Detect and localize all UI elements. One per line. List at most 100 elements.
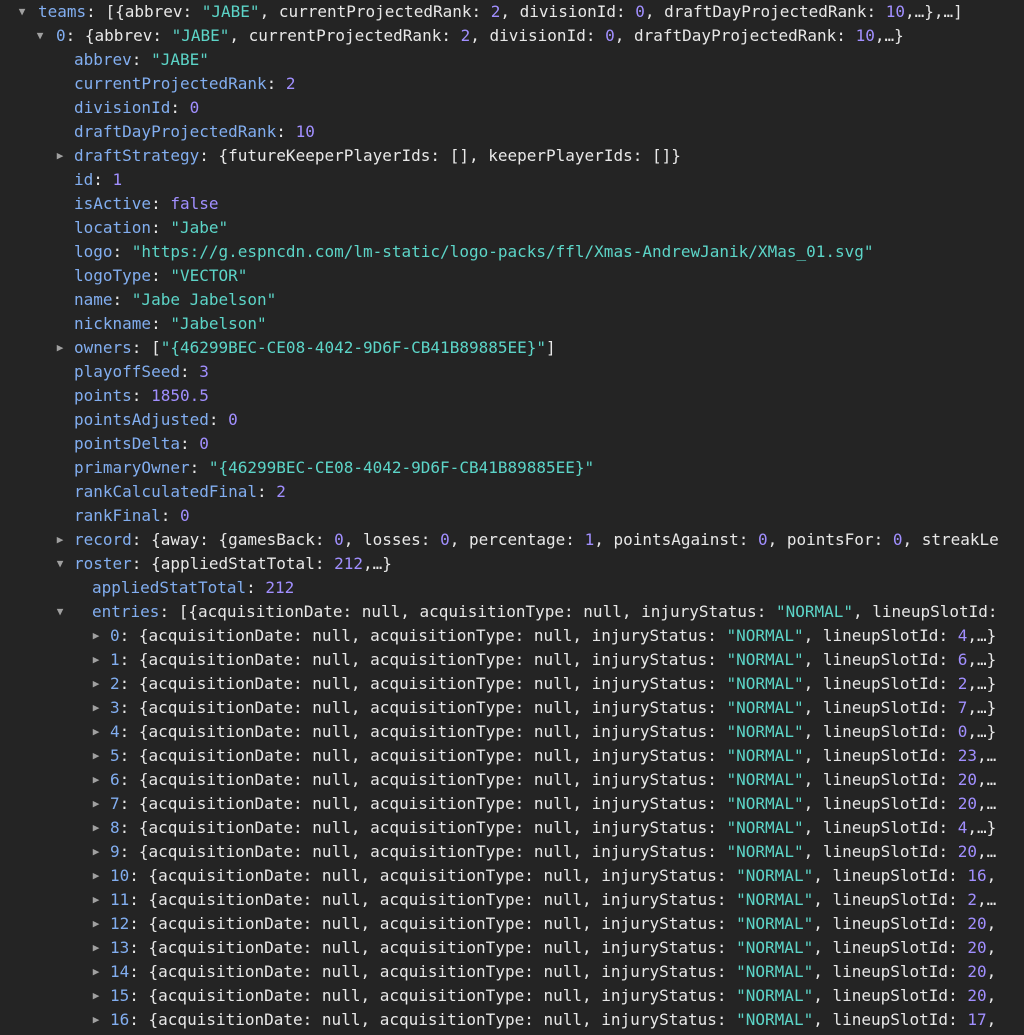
tree-row: nickname: "Jabelson" [0,312,1024,336]
tree-row[interactable]: ▼ teams: [{abbrev: "JABE", currentProject… [0,0,1024,24]
number-value: 2 [967,890,977,909]
null-value: null [533,674,573,693]
object-summary: {appliedStatTotal: 212,…} [151,554,392,573]
triangle-down-icon[interactable]: ▼ [54,600,66,624]
triangle-right-icon[interactable]: ▶ [90,1008,102,1032]
number-value: 0 [957,722,968,741]
row-content: draftStrategy: {futureKeeperPlayerIds: [… [74,144,681,168]
null-value: null [312,818,351,837]
colon: : [276,122,296,141]
property-key: pointsDelta [74,434,180,453]
array-index: 9 [110,842,120,861]
null-value: null [543,962,583,981]
number-value: 0 [179,506,190,525]
colon: : [199,146,219,165]
tree-row[interactable]: ▼ entries: [{acquisitionDate: null, acqui… [0,600,1024,624]
tree-row[interactable]: ▶ 6: {acquisitionDate: null, acquisitionT… [0,768,1024,792]
tree-row[interactable]: ▶ 5: {acquisitionDate: null, acquisitionT… [0,744,1024,768]
tree-row[interactable]: ▶ 15: {acquisitionDate: null, acquisition… [0,984,1024,1008]
tree-row[interactable]: ▼ 0: {abbrev: "JABE", currentProjectedRan… [0,24,1024,48]
tree-row[interactable]: ▶ 14: {acquisitionDate: null, acquisition… [0,960,1024,984]
triangle-right-icon[interactable]: ▶ [90,792,102,816]
triangle-right-icon[interactable]: ▶ [90,816,102,840]
colon: : [131,50,152,69]
tree-row[interactable]: ▶ 7: {acquisitionDate: null, acquisitionT… [0,792,1024,816]
colon: : [119,674,139,693]
triangle-down-icon[interactable]: ▼ [54,552,66,576]
number-value: 20 [967,962,987,981]
tree-row[interactable]: ▶ 12: {acquisitionDate: null, acquisition… [0,912,1024,936]
tree-row[interactable]: ▶ record: {away: {gamesBack: 0, losses: 0… [0,528,1024,552]
row-content: location: "Jabe" [74,216,228,240]
triangle-right-icon[interactable]: ▶ [90,720,102,744]
row-content: 13: {acquisitionDate: null, acquisitionT… [110,936,996,960]
tree-row[interactable]: ▶ 11: {acquisitionDate: null, acquisition… [0,888,1024,912]
triangle-right-icon[interactable]: ▶ [90,888,102,912]
tree-row: playoffSeed: 3 [0,360,1024,384]
triangle-right-icon[interactable]: ▶ [54,528,66,552]
triangle-down-icon[interactable]: ▼ [34,24,46,48]
triangle-right-icon[interactable]: ▶ [90,864,102,888]
tree-row[interactable]: ▶ 2: {acquisitionDate: null, acquisitionT… [0,672,1024,696]
number-value: 20 [957,842,977,861]
triangle-right-icon[interactable]: ▶ [90,648,102,672]
triangle-right-icon[interactable]: ▶ [54,144,66,168]
triangle-right-icon[interactable]: ▶ [90,984,102,1008]
string-value: "JABE" [171,26,230,45]
colon: : [119,842,139,861]
triangle-down-icon[interactable]: ▼ [16,0,28,24]
triangle-right-icon[interactable]: ▶ [90,912,102,936]
row-content: nickname: "Jabelson" [74,312,267,336]
tree-row[interactable]: ▶ 9: {acquisitionDate: null, acquisitionT… [0,840,1024,864]
triangle-right-icon[interactable]: ▶ [90,744,102,768]
tree-row[interactable]: ▶ 1: {acquisitionDate: null, acquisitionT… [0,648,1024,672]
triangle-right-icon[interactable]: ▶ [90,624,102,648]
tree-row[interactable]: ▼ roster: {appliedStatTotal: 212,…} [0,552,1024,576]
tree-row[interactable]: ▶ 16: {acquisitionDate: null, acquisition… [0,1008,1024,1032]
property-key: isActive [74,194,152,213]
triangle-right-icon[interactable]: ▶ [90,696,102,720]
tree-row[interactable]: ▶ owners: ["{46299BEC-CE08-4042-9D6F-CB41… [0,336,1024,360]
number-value: 1 [584,530,595,549]
tree-row[interactable]: ▶ 0: {acquisitionDate: null, acquisitionT… [0,624,1024,648]
array-index: 8 [110,818,120,837]
property-key: pointsAdjusted [74,410,209,429]
row-content: entries: [{acquisitionDate: null, acquis… [92,600,998,624]
property-key: draftStrategy [74,146,200,165]
colon: : [129,962,149,981]
object-summary: {acquisitionDate: null, acquisitionType:… [148,986,997,1005]
triangle-right-icon[interactable]: ▶ [90,672,102,696]
tree-row[interactable]: ▶ 13: {acquisitionDate: null, acquisition… [0,936,1024,960]
null-value: null [312,674,351,693]
row-content: 1: {acquisitionDate: null, acquisitionTy… [110,648,996,672]
object-summary: {acquisitionDate: null, acquisitionType:… [138,794,997,813]
string-value: "NORMAL" [726,698,804,717]
string-value: "NORMAL" [736,1010,814,1029]
colon: : [179,362,200,381]
object-summary: {acquisitionDate: null, acquisitionType:… [138,698,997,717]
tree-row[interactable]: ▶ 3: {acquisitionDate: null, acquisitionT… [0,696,1024,720]
colon: : [131,554,152,573]
null-value: null [312,746,351,765]
tree-row[interactable]: ▶ draftStrategy: {futureKeeperPlayerIds: … [0,144,1024,168]
array-index: 2 [110,674,120,693]
tree-row[interactable]: ▶ 8: {acquisitionDate: null, acquisitionT… [0,816,1024,840]
triangle-right-icon[interactable]: ▶ [90,840,102,864]
property-key: primaryOwner [74,458,190,477]
triangle-right-icon[interactable]: ▶ [90,936,102,960]
tree-row[interactable]: ▶ 4: {acquisitionDate: null, acquisitionT… [0,720,1024,744]
null-value: null [533,794,573,813]
tree-row[interactable]: ▶ 10: {acquisitionDate: null, acquisition… [0,864,1024,888]
tree-row: currentProjectedRank: 2 [0,72,1024,96]
number-value: 4 [957,626,968,645]
object-summary: ["{46299BEC-CE08-4042-9D6F-CB41B89885EE}… [151,338,556,357]
tree-row: divisionId: 0 [0,96,1024,120]
null-value: null [533,626,573,645]
triangle-right-icon[interactable]: ▶ [90,960,102,984]
triangle-right-icon[interactable]: ▶ [54,336,66,360]
string-value: "NORMAL" [726,770,804,789]
null-value: null [533,842,573,861]
array-index: 12 [110,914,130,933]
colon: : [119,818,139,837]
triangle-right-icon[interactable]: ▶ [90,768,102,792]
